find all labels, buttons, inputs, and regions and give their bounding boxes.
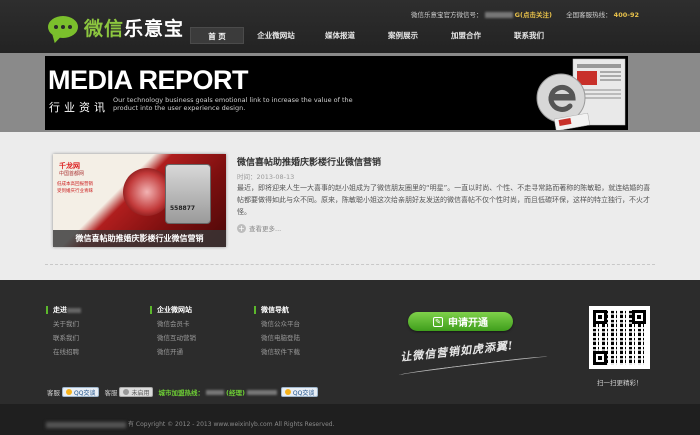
footer-column-title: 走进 — [46, 306, 81, 314]
apply-now-label: 申请开通 — [448, 318, 488, 329]
qq-chat-button-disabled[interactable]: 未启用 — [119, 387, 154, 397]
qq-icon — [284, 389, 291, 395]
qq-icon — [66, 389, 72, 395]
redacted-text — [484, 12, 513, 18]
article-thumbnail[interactable]: 千龙网 中国首都网 低成本高回报营销 受到婚庆行业青睐 558877 微信喜帖助… — [53, 154, 226, 247]
article-summary: 最近，即将迎来人生一大喜事的赵小姐成为了微信朋友圈里的“明星”。一直以时尚、个性… — [237, 184, 651, 216]
newspaper-e-illustration — [536, 58, 626, 130]
nav-cases[interactable]: 案例展示 — [372, 27, 434, 44]
customer-service-bar: 客服 QQ交谈 客服 未启用 城市加盟热线： (经理) QQ交谈 — [47, 387, 323, 397]
qr-code-pattern — [593, 310, 646, 365]
franchise-hotline-contact: (经理) — [225, 389, 245, 397]
apply-now-button[interactable]: ✎ 申请开通 — [408, 312, 513, 331]
footer-link-about-us[interactable]: 关于我们 — [46, 320, 81, 328]
site-header: 微信乐意宝 微信乐意宝官方微信号： G(点击关注) 全国客服热线： 400-92… — [0, 0, 700, 53]
footer-link-contact-us[interactable]: 联系我们 — [46, 334, 81, 342]
qq-chat-button[interactable]: QQ交谈 — [62, 387, 100, 397]
nav-contact[interactable]: 联系我们 — [498, 27, 560, 44]
article-date: 时间：2013-08-13 — [237, 173, 295, 181]
wedding-invitation-image — [123, 168, 171, 216]
hotline-number: 400-92 — [613, 11, 639, 19]
copyright-text: 有 Copyright © 2012 - 2013 www.weixinlyb.… — [46, 419, 335, 428]
footer-column-title: 企业微网站 — [150, 306, 196, 314]
top-info-bar: 微信乐意宝官方微信号： G(点击关注) 全国客服热线： 400-92 — [411, 9, 639, 19]
banner-subtitle: 行业资讯 — [49, 101, 109, 114]
footer-column-nav: 微信导航 微信公众平台 微信电脑登陆 微信软件下载 — [254, 306, 300, 356]
footer-column-enterprise: 企业微网站 微信会员卡 微信互动营销 微信开通 — [150, 306, 196, 356]
divider — [45, 264, 655, 265]
footer-link-member-card[interactable]: 微信会员卡 — [150, 320, 196, 328]
footer-link-interactive-marketing[interactable]: 微信互动营销 — [150, 334, 196, 342]
footer-link-public-platform[interactable]: 微信公众平台 — [254, 320, 300, 328]
banner-tagline: Our technology business goals emotional … — [113, 96, 353, 112]
nav-home[interactable]: 首 页 — [190, 27, 244, 44]
service-label: 客服 — [47, 389, 60, 397]
phone-image: 558877 — [165, 164, 211, 224]
franchise-hotline-label: 城市加盟热线： — [158, 389, 204, 397]
site-logo[interactable]: 微信乐意宝 — [48, 9, 184, 45]
thumb-ad-text: 低成本高回报营销 受到婚庆行业青睐 — [57, 182, 93, 194]
wechat-account-label: 微信乐意宝官方微信号： — [411, 11, 483, 19]
plus-icon: + — [237, 223, 246, 233]
nav-franchise[interactable]: 加盟合作 — [434, 27, 498, 44]
read-more-link[interactable]: + 查看更多... — [237, 223, 281, 233]
qr-code — [589, 306, 650, 369]
edit-icon: ✎ — [433, 316, 443, 327]
footer-link-pc-login[interactable]: 微信电脑登陆 — [254, 334, 300, 342]
media-report-banner: MEDIA REPORT 行业资讯 Our technology busines… — [45, 56, 628, 130]
qq-chat-button[interactable]: QQ交谈 — [280, 387, 319, 397]
service-label: 客服 — [104, 389, 118, 397]
banner-title: MEDIA REPORT — [48, 65, 249, 95]
news-logo-sub: 中国首都网 — [59, 171, 85, 177]
footer-link-open-wechat[interactable]: 微信开通 — [150, 348, 196, 356]
thumbnail-caption: 微信喜帖助推婚庆影楼行业微信营销 — [53, 230, 226, 247]
qq-icon — [123, 389, 130, 395]
footer-link-download[interactable]: 微信软件下载 — [254, 348, 300, 356]
qr-caption: 扫一扫更精彩！ — [597, 379, 643, 387]
footer-column-title: 微信导航 — [254, 306, 300, 314]
footer-column-about: 走进 关于我们 联系我们 在线招聘 — [46, 306, 81, 356]
brand-name: 微信乐意宝 — [84, 17, 185, 40]
main-nav: 首 页 企业微网站 媒体报道 案例展示 加盟合作 联系我们 — [190, 27, 560, 44]
article-title[interactable]: 微信喜帖助推婚庆影楼行业微信营销 — [237, 155, 381, 168]
follow-wechat-link[interactable]: G(点击关注) — [515, 11, 552, 19]
hotline-label: 全国客服热线： — [566, 11, 612, 19]
footer-link-jobs[interactable]: 在线招聘 — [46, 348, 81, 356]
nav-media-report[interactable]: 媒体报道 — [308, 27, 372, 44]
chat-bubble-icon — [48, 16, 78, 38]
nav-enterprise-site[interactable]: 企业微网站 — [244, 27, 308, 44]
read-more-label: 查看更多... — [249, 225, 282, 233]
article-list: 千龙网 中国首都网 低成本高回报营销 受到婚庆行业青睐 558877 微信喜帖助… — [45, 132, 655, 280]
